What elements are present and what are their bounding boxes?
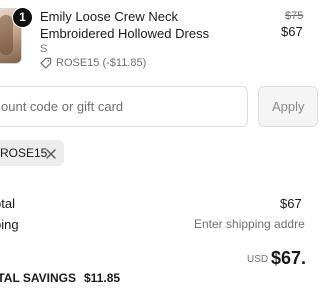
original-price: $75 xyxy=(285,10,304,22)
discount-code-input[interactable]: ount code or gift card xyxy=(0,86,248,127)
discount-code-placeholder: ount code or gift card xyxy=(1,99,124,114)
product-variant: S xyxy=(40,43,48,55)
total-label: l xyxy=(0,248,1,269)
product-title: Emily Loose Crew Neck Embroidered Hollow… xyxy=(40,9,210,41)
apply-button[interactable]: Apply xyxy=(258,86,318,127)
product-discount-text: ROSE15 (-$11.85) xyxy=(56,57,147,69)
apply-button-label: Apply xyxy=(272,99,305,114)
quantity-badge: 1 xyxy=(12,7,33,28)
subtotal-value: $67 xyxy=(280,196,302,211)
tag-icon xyxy=(40,57,52,69)
total-savings-label: OTAL SAVINGS xyxy=(0,271,77,285)
product-discount-tag: ROSE15 (-$11.85) xyxy=(40,56,146,70)
product-image-figure xyxy=(0,15,13,55)
sale-price: $67 xyxy=(281,24,303,39)
shipping-value: Enter shipping addre xyxy=(194,217,305,231)
total-savings-value: $11.85 xyxy=(84,271,121,285)
subtotal-label: otal xyxy=(0,196,15,211)
shipping-label: ping xyxy=(0,217,19,232)
close-icon[interactable] xyxy=(45,147,57,159)
total-value: $67. xyxy=(271,248,307,268)
currency-code: USD xyxy=(247,254,269,265)
applied-discount-code: ROSE15 xyxy=(0,146,48,160)
applied-discount-chip: ROSE15 xyxy=(0,140,64,166)
